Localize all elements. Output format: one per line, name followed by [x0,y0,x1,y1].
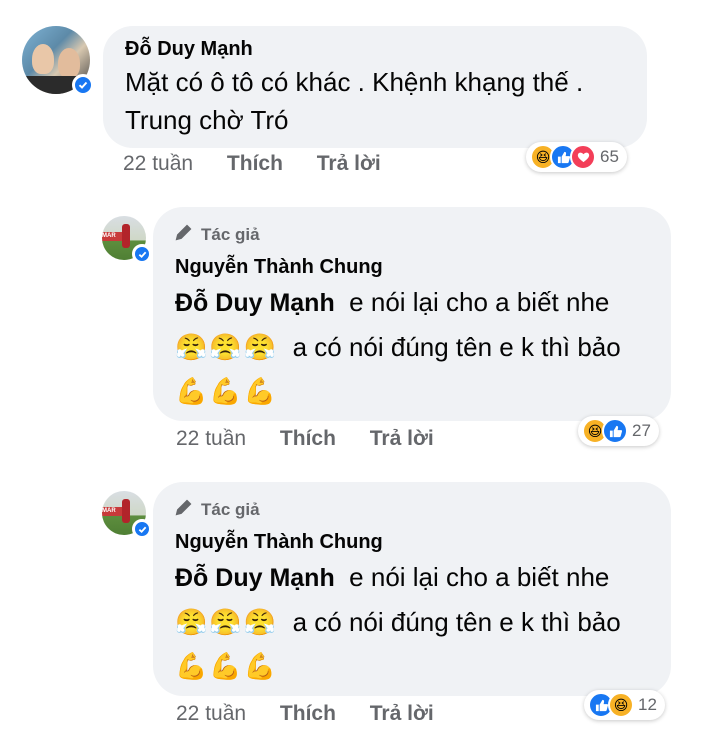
comment-line-text: e nói lại cho a biết nhe [349,562,610,592]
reply-button[interactable]: Trả lời [370,702,434,725]
mention-link[interactable]: Đỗ Duy Mạnh [175,564,335,592]
comment-bubble: Tác giả Nguyễn Thành Chung Đỗ Duy Mạnh e… [153,482,671,696]
comment-line: Đỗ Duy Mạnh e nói lại cho a biết nhe [175,558,649,597]
like-button[interactable]: Thích [280,702,336,725]
emoji-group: 😤😤😤 [175,607,279,637]
reply-comment-2: MAR Tác giả Nguyễn Thành Chung Đỗ Duy Mạ… [0,0,710,751]
comment-author[interactable]: Nguyễn Thành Chung [175,531,649,554]
haha-icon: 😆 [608,692,634,718]
reaction-summary[interactable]: 😆 12 [584,690,665,720]
comment-line: 😤😤😤 a có nói đúng tên e k thì bảo [175,603,649,641]
comment-line-text: a có nói đúng tên e k thì bảo [292,607,621,637]
avatar[interactable]: MAR [102,491,152,539]
author-tag-label: Tác giả [201,499,260,519]
author-badge: Tác giả [175,498,649,521]
verified-icon [132,519,152,539]
comment-text: Đỗ Duy Mạnh e nói lại cho a biết nhe 😤😤😤… [175,558,649,685]
emoji-group: 💪💪💪 [175,651,279,681]
comment-actions: 22 tuần Thích Trả lời [176,702,462,726]
pencil-icon [175,498,193,521]
timestamp[interactable]: 22 tuần [176,702,246,725]
reaction-count: 12 [638,695,657,714]
